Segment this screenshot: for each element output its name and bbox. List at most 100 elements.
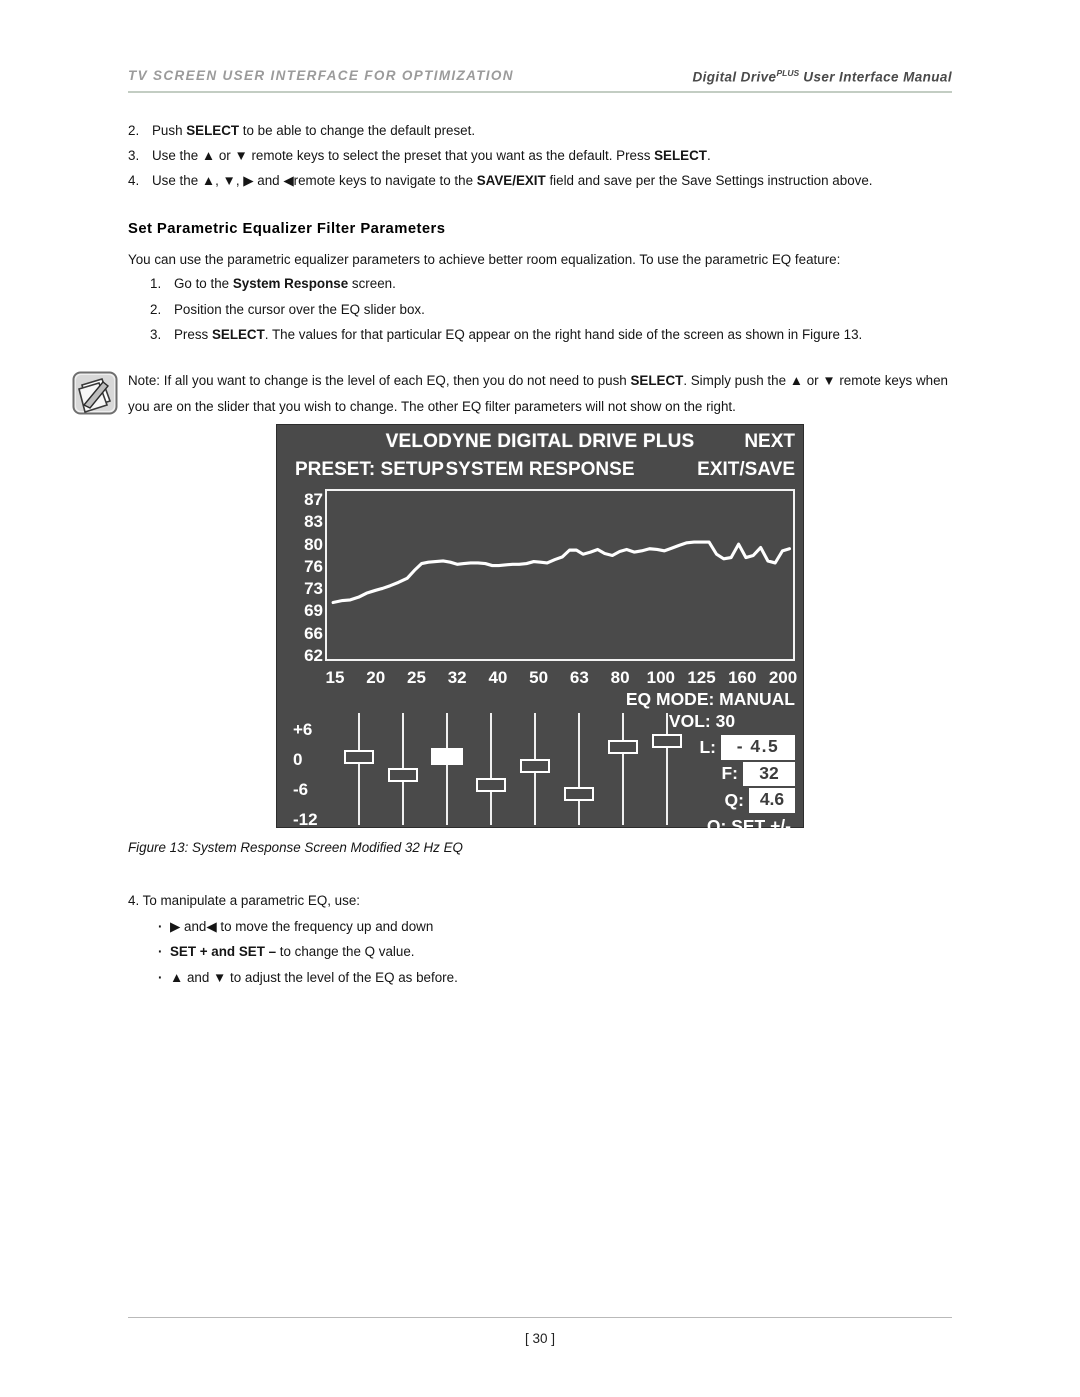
eq-slider-20hz[interactable] bbox=[339, 713, 379, 825]
step-text-bold: System Response bbox=[232, 276, 349, 291]
section-steps-block: 1. Go to the System Response screen. 2. Po… bbox=[150, 271, 960, 348]
tail-bullet-list: ▶ and◀ to move the frequency up and down… bbox=[128, 914, 952, 991]
slider-knob[interactable] bbox=[520, 759, 550, 773]
note-text-a: Note: If all you want to change is the l… bbox=[128, 373, 631, 388]
step-text: To manipulate a parametric EQ, use: bbox=[142, 893, 360, 908]
step-number: 2. bbox=[150, 301, 162, 317]
slider-scale-label: 0 bbox=[293, 750, 303, 769]
screen-next-button[interactable]: NEXT bbox=[744, 431, 795, 453]
graph-x-axis: 15 20 25 32 40 50 63 80 100 125 160 200 bbox=[325, 668, 798, 690]
eq-slider-50hz[interactable] bbox=[515, 713, 555, 825]
step-number: 2. bbox=[128, 123, 140, 138]
x-tick-label: 100 bbox=[646, 668, 675, 687]
q-set-hint: Q: SET +/- bbox=[706, 815, 791, 836]
header-manual-title-part1: Digital Drive bbox=[692, 69, 777, 85]
x-tick-label: 32 bbox=[447, 668, 467, 687]
header-manual-title-superscript: PLUS bbox=[776, 68, 800, 78]
step-text-a: Push bbox=[152, 123, 187, 138]
note-text: Note: If all you want to change is the l… bbox=[128, 368, 957, 420]
list-item: 2. Push SELECT to be able to change the d… bbox=[128, 118, 952, 143]
screen-exit-save-button[interactable]: EXIT/SAVE bbox=[697, 459, 795, 481]
system-response-screen-figure: VELODYNE DIGITAL DRIVE PLUS NEXT PRESET:… bbox=[276, 424, 804, 836]
y-tick-label: 69 bbox=[304, 601, 323, 621]
frequency-label: F: bbox=[721, 763, 738, 784]
y-tick-label: 66 bbox=[304, 623, 323, 643]
bullet-text-bold: SET + and SET – bbox=[170, 944, 277, 959]
step-number: 4. bbox=[128, 893, 140, 908]
tail-steps-block: 4. To manipulate a parametric EQ, use: ▶… bbox=[128, 888, 952, 990]
step-text-a: Use the ▲ or ▼ remote keys to select the… bbox=[152, 148, 655, 163]
x-tick-label: 20 bbox=[366, 668, 386, 687]
frequency-row: F: 32 bbox=[619, 761, 795, 786]
eq-slider-32hz[interactable] bbox=[427, 713, 467, 825]
x-tick-label: 15 bbox=[325, 668, 345, 687]
step-number: 4. bbox=[128, 173, 140, 188]
q-label: Q: bbox=[724, 789, 744, 810]
slider-knob[interactable] bbox=[388, 768, 418, 782]
slider-knob[interactable] bbox=[564, 787, 594, 801]
step-text-bold: SELECT bbox=[211, 327, 265, 342]
eq-slider-25hz[interactable] bbox=[383, 713, 423, 825]
level-value-field[interactable]: - 4.5 bbox=[721, 735, 795, 760]
bullet-text-a: ▲ and ▼ to adjust the level of the EQ as… bbox=[170, 969, 458, 985]
list-item: SET + and SET – to change the Q value. bbox=[158, 939, 952, 965]
slider-scale-label: +6 bbox=[293, 720, 313, 739]
step-text-b: screen. bbox=[348, 276, 396, 291]
bullet-text-a: ▶ and◀ to move the frequency up and down bbox=[170, 918, 434, 934]
slider-db-scale: +6 0 -6 -12 bbox=[287, 717, 329, 828]
list-item: 1. Go to the System Response screen. bbox=[150, 271, 960, 297]
note-text-bold: SELECT bbox=[630, 373, 684, 388]
y-tick-label: 73 bbox=[304, 579, 323, 599]
y-tick-label: 87 bbox=[304, 490, 323, 509]
frequency-value-field[interactable]: 32 bbox=[743, 761, 795, 786]
step-text-a: Position the cursor over the EQ slider b… bbox=[174, 301, 425, 317]
bullet-text-b: to change the Q value. bbox=[276, 944, 415, 959]
graph-y-axis: 87 83 80 76 73 69 66 62 bbox=[287, 487, 323, 665]
x-tick-label: 40 bbox=[488, 668, 508, 687]
footer-divider bbox=[128, 1317, 952, 1318]
x-tick-label: 63 bbox=[569, 668, 589, 687]
eq-value-panel: VOL: 30 L: - 4.5 F: 32 Q: 4.6 Q: SET +/- bbox=[619, 711, 795, 837]
eq-mode-label[interactable]: EQ MODE: MANUAL bbox=[626, 689, 795, 710]
level-row: L: - 4.5 bbox=[619, 735, 795, 760]
graph-plot-area bbox=[325, 489, 795, 661]
step-number: 1. bbox=[150, 276, 162, 291]
page-number: [ 30 ] bbox=[524, 1331, 556, 1346]
volume-readout: VOL: 30 bbox=[668, 711, 736, 731]
slider-knob[interactable] bbox=[476, 778, 506, 792]
eq-slider-63hz[interactable] bbox=[559, 713, 599, 825]
list-item: 3. Press SELECT. The values for that part… bbox=[150, 322, 960, 348]
slider-track bbox=[577, 713, 581, 825]
slider-scale-label: -6 bbox=[293, 780, 309, 799]
header-manual-title: Digital DrivePLUS User Interface Manual bbox=[692, 68, 952, 85]
manual-page: TV SCREEN USER INTERFACE FOR OPTIMIZATIO… bbox=[0, 0, 1080, 1397]
list-item: ▶ and◀ to move the frequency up and down bbox=[158, 914, 952, 940]
step-text-b: to be able to change the default preset. bbox=[239, 123, 476, 138]
top-steps-block: 2. Push SELECT to be able to change the d… bbox=[128, 118, 952, 193]
q-value-field[interactable]: 4.6 bbox=[749, 788, 795, 813]
tail-lead-line: 4. To manipulate a parametric EQ, use: bbox=[128, 888, 952, 914]
top-steps-list: 2. Push SELECT to be able to change the d… bbox=[128, 118, 952, 193]
header-manual-title-part2: User Interface Manual bbox=[799, 69, 952, 85]
step-number: 3. bbox=[128, 148, 140, 163]
step-text-b: field and save per the Save Settings ins… bbox=[545, 173, 873, 188]
list-item: 4. Use the ▲, ▼, ▶ and ◀remote keys to na… bbox=[128, 168, 952, 193]
list-item: 2. Position the cursor over the EQ slider… bbox=[150, 297, 960, 323]
y-tick-label: 62 bbox=[304, 646, 323, 665]
slider-knob[interactable] bbox=[344, 750, 374, 764]
slider-knob[interactable] bbox=[431, 748, 463, 765]
eq-slider-40hz[interactable] bbox=[471, 713, 511, 825]
response-graph: 87 83 80 76 73 69 66 62 bbox=[287, 487, 795, 665]
step-text-a: Go to the bbox=[174, 276, 233, 291]
step-text-b: . The values for that particular EQ appe… bbox=[264, 327, 863, 342]
slider-track bbox=[357, 713, 361, 825]
x-tick-label: 25 bbox=[406, 668, 426, 687]
y-tick-label: 80 bbox=[304, 534, 323, 554]
section-steps-list: 1. Go to the System Response screen. 2. Po… bbox=[150, 271, 960, 348]
step-text-a: Press bbox=[174, 327, 212, 342]
step-text-bold: SELECT bbox=[654, 148, 707, 163]
x-tick-label: 200 bbox=[768, 668, 798, 687]
header-divider bbox=[128, 91, 952, 93]
slider-track bbox=[489, 713, 493, 825]
level-label: L: bbox=[699, 736, 716, 757]
